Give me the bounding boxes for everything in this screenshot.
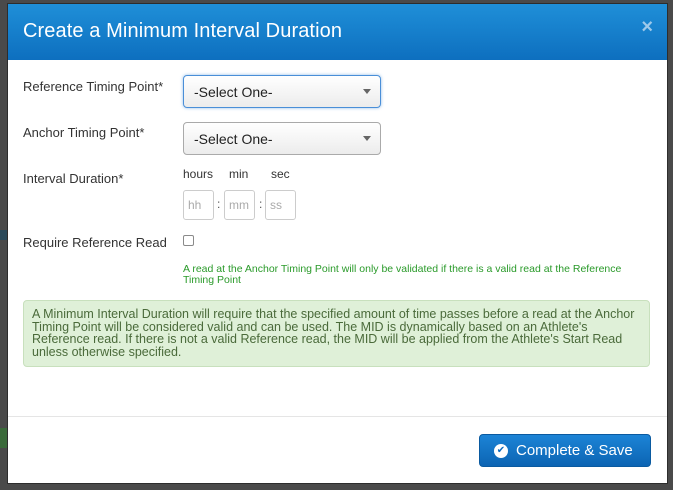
- modal-header: Create a Minimum Interval Duration ×: [8, 4, 667, 60]
- complete-save-button[interactable]: ✔ Complete & Save: [479, 434, 651, 467]
- time-separator: :: [259, 197, 263, 211]
- hours-label: hours: [183, 167, 214, 181]
- footer-divider: [8, 416, 667, 417]
- reference-timing-point-value: -Select One-: [194, 84, 273, 100]
- seconds-input[interactable]: [265, 190, 296, 220]
- modal-title: Create a Minimum Interval Duration: [23, 20, 343, 42]
- reference-timing-point-select[interactable]: -Select One-: [183, 75, 381, 108]
- close-icon[interactable]: ×: [641, 16, 653, 39]
- minutes-input[interactable]: [224, 190, 255, 220]
- interval-duration-label: Interval Duration*: [23, 171, 124, 186]
- mid-modal: Create a Minimum Interval Duration × Ref…: [7, 3, 668, 484]
- time-separator: :: [217, 197, 221, 211]
- complete-save-label: Complete & Save: [516, 442, 633, 459]
- min-label: min: [229, 167, 249, 181]
- chevron-down-icon: [363, 89, 371, 94]
- reference-timing-point-label: Reference Timing Point*: [23, 79, 164, 94]
- require-reference-read-help: A read at the Anchor Timing Point will o…: [183, 263, 622, 286]
- anchor-timing-point-select[interactable]: -Select One-: [183, 122, 381, 155]
- chevron-down-icon: [363, 136, 371, 141]
- sec-label: sec: [271, 167, 290, 181]
- require-reference-read-label: Require Reference Read: [23, 235, 167, 250]
- require-reference-read-checkbox[interactable]: [183, 235, 194, 246]
- check-circle-icon: ✔: [494, 444, 508, 458]
- anchor-timing-point-label: Anchor Timing Point*: [23, 125, 145, 140]
- anchor-timing-point-value: -Select One-: [194, 131, 273, 147]
- hours-input[interactable]: [183, 190, 214, 220]
- info-alert: A Minimum Interval Duration will require…: [23, 300, 650, 367]
